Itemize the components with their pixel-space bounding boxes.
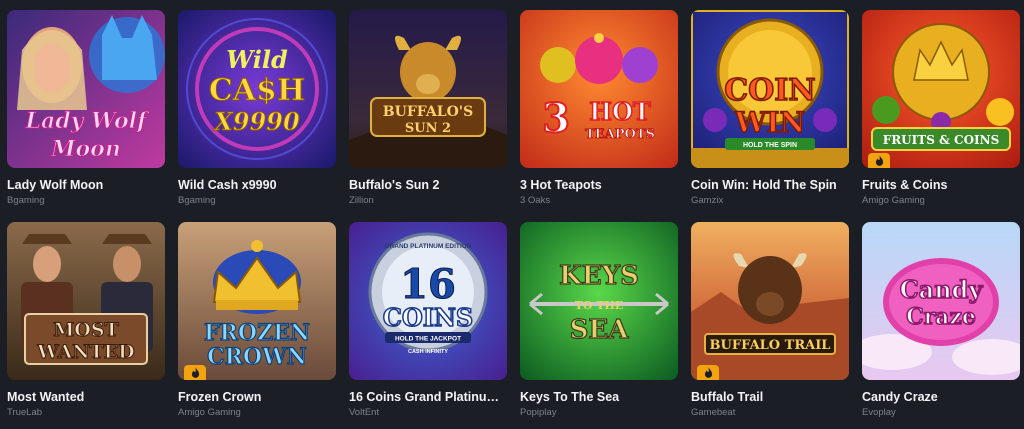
game-card-candy-craze[interactable]: Candy Craze Candy Craze Evoplay	[862, 222, 1020, 419]
svg-text:16: 16	[400, 261, 456, 308]
most-wanted-artwork: MOST WANTED	[7, 222, 165, 380]
game-card-16-coins[interactable]: GRAND PLATINUM EDITION 16 COINS HOLD THE…	[349, 222, 507, 419]
game-provider: Evoplay	[862, 407, 896, 418]
game-card-keys-to-the-sea[interactable]: KEYS TO THE SEA Keys To The Sea Popiplay	[520, 222, 678, 419]
svg-text:HOLD THE SPIN: HOLD THE SPIN	[743, 142, 797, 149]
buffalos-sun-artwork: BUFFALO'S SUN 2	[349, 10, 507, 168]
game-thumbnail[interactable]: KEYS TO THE SEA	[520, 222, 678, 380]
game-title[interactable]: Buffalo's Sun 2	[349, 177, 507, 193]
game-title[interactable]: 16 Coins Grand Platinum Edition	[349, 389, 507, 405]
game-thumbnail[interactable]: 3 HOT TEAPOTS	[520, 10, 678, 168]
game-provider: Amigo Gaming	[178, 407, 241, 418]
flame-icon	[704, 367, 712, 378]
game-card-coin-win[interactable]: COIN WIN HOLD THE SPIN Coin Win: Hold Th…	[691, 10, 849, 207]
game-provider: Zillion	[349, 195, 374, 206]
svg-text:Craze: Craze	[906, 304, 976, 330]
game-title[interactable]: Most Wanted	[7, 389, 165, 405]
svg-text:GRAND PLATINUM EDITION: GRAND PLATINUM EDITION	[385, 243, 472, 250]
game-title[interactable]: Candy Craze	[862, 389, 1020, 405]
games-grid: Lady Wolf Moon Lady Wolf Moon Bgaming Wi…	[7, 10, 1020, 419]
svg-text:WIN: WIN	[734, 106, 805, 139]
game-provider: Bgaming	[178, 195, 216, 206]
game-title[interactable]: Keys To The Sea	[520, 389, 678, 405]
svg-text:3: 3	[542, 95, 570, 142]
game-provider: Gamzix	[691, 195, 724, 206]
wild-cash-artwork: Wild CA$H X9990	[178, 10, 336, 168]
game-provider: Bgaming	[7, 195, 45, 206]
game-card-frozen-crown[interactable]: FROZEN CROWN Frozen Crown Amigo Gaming	[178, 222, 336, 419]
svg-text:FRUITS & COINS: FRUITS & COINS	[883, 133, 1000, 147]
svg-text:X9990: X9990	[212, 107, 300, 136]
svg-text:HOT: HOT	[589, 97, 651, 126]
svg-text:HOLD THE JACKPOT: HOLD THE JACKPOT	[395, 336, 461, 343]
svg-text:KEYS: KEYS	[559, 261, 639, 291]
buffalo-trail-artwork: BUFFALO TRAIL	[691, 222, 849, 380]
game-title[interactable]: Frozen Crown	[178, 389, 336, 405]
svg-text:Candy: Candy	[900, 275, 984, 304]
svg-text:TO THE: TO THE	[575, 299, 624, 312]
svg-text:COIN: COIN	[724, 73, 815, 108]
coin-win-artwork: COIN WIN HOLD THE SPIN	[691, 10, 849, 168]
game-thumbnail[interactable]: GRAND PLATINUM EDITION 16 COINS HOLD THE…	[349, 222, 507, 380]
fruits-and-coins-artwork: FRUITS & COINS	[862, 10, 1020, 168]
game-thumbnail[interactable]: FROZEN CROWN	[178, 222, 336, 380]
keys-to-the-sea-artwork: KEYS TO THE SEA	[520, 222, 678, 380]
game-provider: Gamebeat	[691, 407, 736, 418]
game-card-fruits-and-coins[interactable]: FRUITS & COINS Fruits & Coins Amigo Gami…	[862, 10, 1020, 207]
svg-text:CROWN: CROWN	[207, 344, 307, 370]
game-thumbnail[interactable]: Wild CA$H X9990	[178, 10, 336, 168]
game-provider: VoltEnt	[349, 407, 380, 418]
svg-text:SUN 2: SUN 2	[405, 121, 451, 136]
game-provider: Amigo Gaming	[862, 195, 925, 206]
frozen-crown-artwork: FROZEN CROWN	[178, 222, 336, 380]
game-thumbnail[interactable]: MOST WANTED	[7, 222, 165, 380]
game-card-buffalos-sun-2[interactable]: BUFFALO'S SUN 2 Buffalo's Sun 2 Zillion	[349, 10, 507, 207]
svg-text:FROZEN: FROZEN	[204, 320, 310, 346]
svg-text:Moon: Moon	[50, 136, 121, 162]
svg-text:CA$H: CA$H	[209, 73, 305, 108]
game-thumbnail[interactable]: COIN WIN HOLD THE SPIN	[691, 10, 849, 168]
game-title[interactable]: Fruits & Coins	[862, 177, 1020, 193]
hot-badge	[868, 153, 890, 168]
game-title[interactable]: Lady Wolf Moon	[7, 177, 165, 193]
game-thumbnail[interactable]: BUFFALO TRAIL	[691, 222, 849, 380]
svg-text:COINS: COINS	[383, 303, 474, 332]
game-provider: 3 Oaks	[520, 195, 551, 206]
candy-craze-artwork: Candy Craze	[862, 222, 1020, 380]
game-title[interactable]: Buffalo Trail	[691, 389, 849, 405]
game-thumbnail[interactable]: BUFFALO'S SUN 2	[349, 10, 507, 168]
flame-icon	[191, 367, 199, 378]
game-card-buffalo-trail[interactable]: BUFFALO TRAIL Buffalo Trail Gamebeat	[691, 222, 849, 419]
svg-text:BUFFALO'S: BUFFALO'S	[383, 104, 473, 120]
svg-text:CASH INFINITY: CASH INFINITY	[408, 349, 448, 355]
game-title[interactable]: 3 Hot Teapots	[520, 177, 678, 193]
lady-wolf-moon-artwork: Lady Wolf Moon	[7, 10, 165, 168]
flame-icon	[875, 155, 883, 166]
svg-text:WANTED: WANTED	[36, 341, 134, 363]
svg-text:Lady Wolf: Lady Wolf	[25, 108, 150, 134]
game-card-wild-cash[interactable]: Wild CA$H X9990 Wild Cash x9990 Bgaming	[178, 10, 336, 207]
game-thumbnail[interactable]: Candy Craze	[862, 222, 1020, 380]
game-title[interactable]: Wild Cash x9990	[178, 177, 336, 193]
hot-teapots-artwork: 3 HOT TEAPOTS	[520, 10, 678, 168]
svg-text:TEAPOTS: TEAPOTS	[585, 127, 655, 142]
svg-text:SEA: SEA	[570, 315, 630, 345]
game-provider: TrueLab	[7, 407, 43, 418]
hot-badge	[184, 365, 206, 380]
game-card-lady-wolf-moon[interactable]: Lady Wolf Moon Lady Wolf Moon Bgaming	[7, 10, 165, 207]
game-thumbnail[interactable]: FRUITS & COINS	[862, 10, 1020, 168]
game-card-3-hot-teapots[interactable]: 3 HOT TEAPOTS 3 Hot Teapots 3 Oaks	[520, 10, 678, 207]
game-thumbnail[interactable]: Lady Wolf Moon	[7, 10, 165, 168]
game-provider: Popiplay	[520, 407, 557, 418]
svg-text:Wild: Wild	[226, 45, 288, 74]
hot-badge	[697, 365, 719, 380]
16-coins-artwork: GRAND PLATINUM EDITION 16 COINS HOLD THE…	[349, 222, 507, 380]
game-title[interactable]: Coin Win: Hold The Spin	[691, 177, 849, 193]
svg-text:BUFFALO TRAIL: BUFFALO TRAIL	[710, 338, 831, 353]
game-card-most-wanted[interactable]: MOST WANTED Most Wanted TrueLab	[7, 222, 165, 419]
svg-text:MOST: MOST	[53, 319, 118, 341]
